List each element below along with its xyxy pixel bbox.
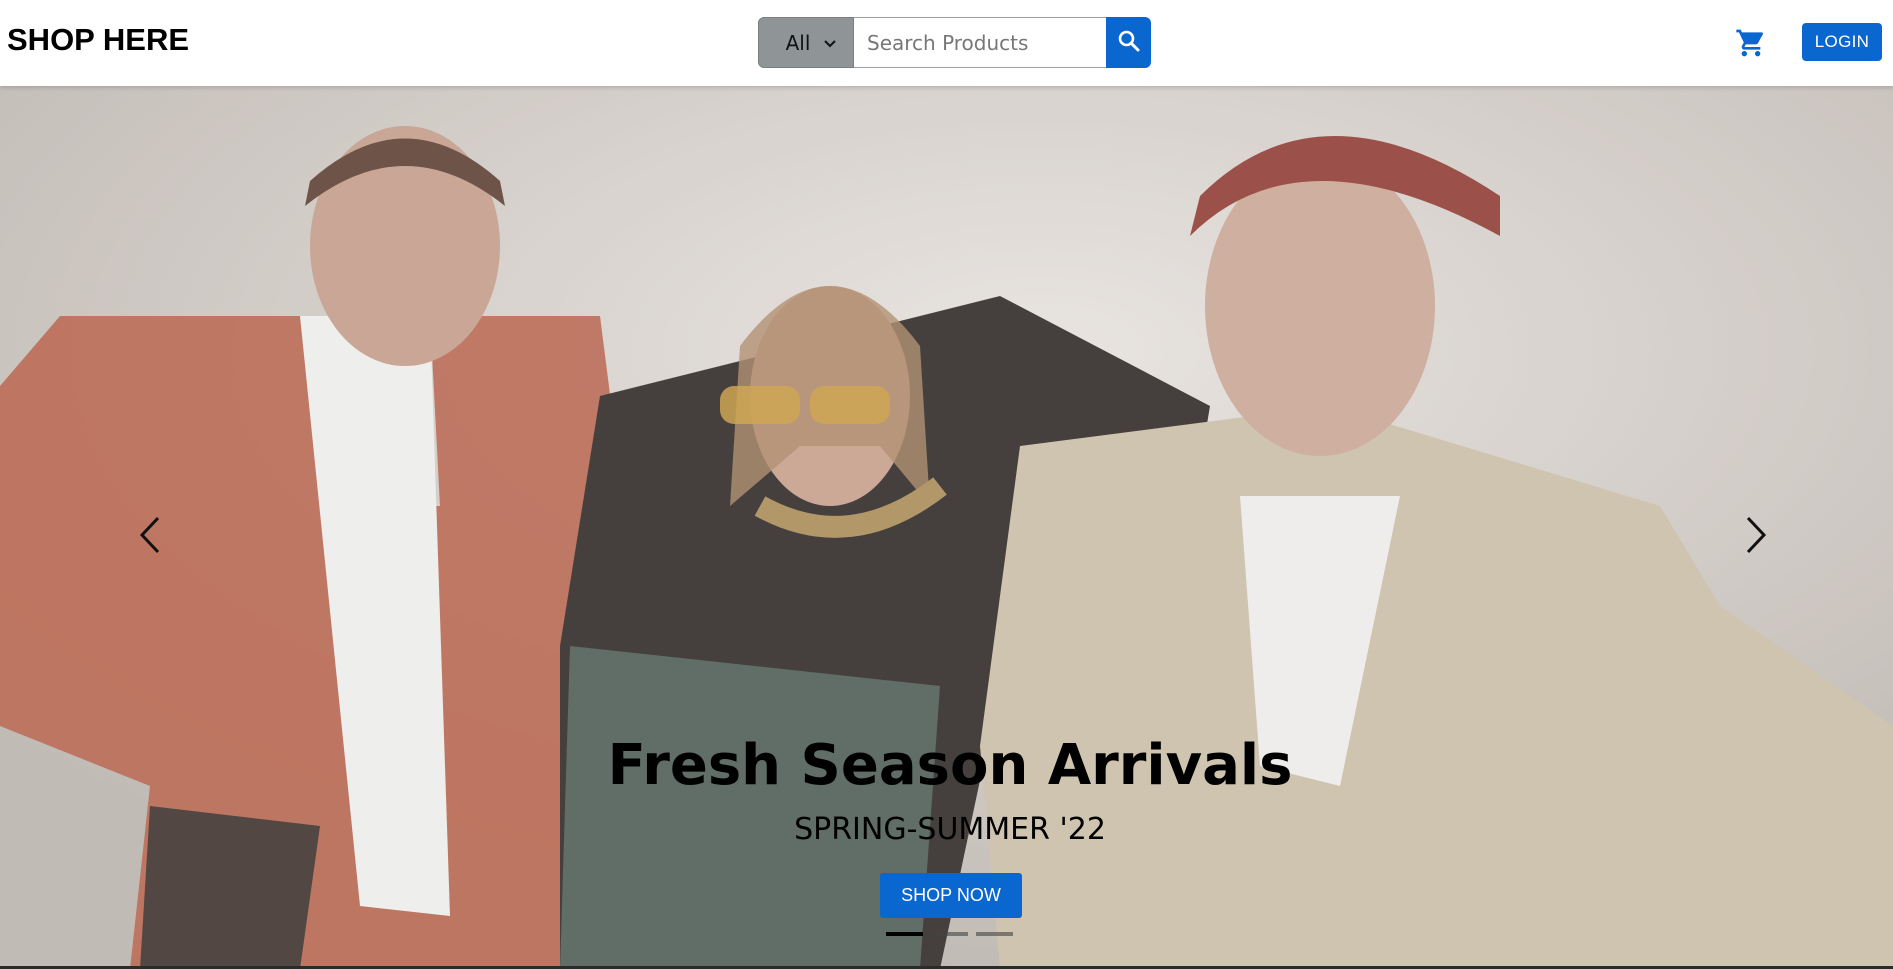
- login-button[interactable]: LOGIN: [1802, 23, 1882, 61]
- carousel-prev-button[interactable]: [128, 505, 168, 565]
- chevron-right-icon: [1746, 516, 1767, 554]
- carousel-next-button[interactable]: [1738, 505, 1778, 565]
- brand-logo[interactable]: SHOP HERE: [7, 22, 189, 58]
- hero-carousel: Fresh Season Arrivals SPRING-SUMMER '22 …: [0, 86, 1893, 969]
- carousel-indicator-2[interactable]: [931, 932, 968, 936]
- hero-subtitle: SPRING-SUMMER '22: [794, 812, 1106, 847]
- carousel-indicators: [886, 932, 1013, 936]
- category-select[interactable]: All: [758, 17, 854, 68]
- search-group: All: [758, 17, 1151, 68]
- search-input[interactable]: [854, 17, 1106, 68]
- hero-title: Fresh Season Arrivals: [607, 733, 1293, 798]
- chevron-down-icon: [824, 36, 837, 52]
- carousel-indicator-3[interactable]: [976, 932, 1013, 936]
- navbar: SHOP HERE All LOGIN: [0, 0, 1893, 86]
- cart-icon[interactable]: [1735, 27, 1767, 59]
- carousel-indicator-1[interactable]: [886, 932, 923, 936]
- shop-now-button[interactable]: SHOP NOW: [880, 873, 1022, 918]
- chevron-left-icon: [139, 516, 160, 554]
- search-button[interactable]: [1106, 17, 1151, 68]
- hero-caption: Fresh Season Arrivals SPRING-SUMMER '22: [0, 733, 1893, 847]
- category-select-value: All: [785, 30, 811, 55]
- search-icon: [1117, 29, 1141, 56]
